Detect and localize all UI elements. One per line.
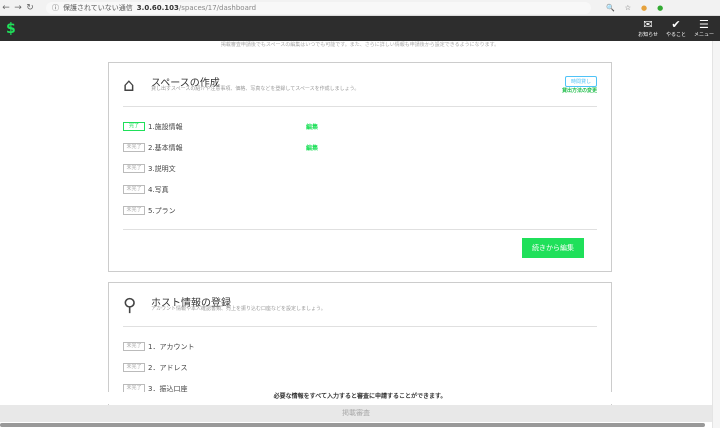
horizontal-scrollbar[interactable] xyxy=(0,423,705,427)
item-label: 1.施設情報 xyxy=(148,122,183,131)
item-label: 1．アカウント xyxy=(148,342,195,351)
submit-review-button[interactable]: 掲載審査 xyxy=(0,405,712,422)
status-badge: 未完了 xyxy=(123,363,145,372)
divider xyxy=(123,229,597,230)
user-icon: ⚲ xyxy=(123,295,137,316)
zoom-icon[interactable]: 🔍 xyxy=(606,4,615,12)
forward-icon[interactable]: → xyxy=(12,3,24,13)
todo-button[interactable]: ✔ やること xyxy=(665,18,686,39)
back-icon[interactable]: ← xyxy=(0,3,12,13)
todo-label: やること xyxy=(665,32,686,38)
status-badge: 未完了 xyxy=(123,164,145,173)
status-badge: 未完了 xyxy=(123,185,145,194)
logo[interactable]: $ xyxy=(6,21,16,37)
menu-label: メニュー xyxy=(693,32,714,38)
submit-requirement-message: 必要な情報をすべて入力すると審査に申請することができます。 xyxy=(0,392,720,404)
list-item[interactable]: 完了 1.施設情報 編集 xyxy=(123,116,597,137)
card-description: アカウント情報や本人確認書類、売上を振り込む口座などを設定しましょう。 xyxy=(151,306,326,312)
card-description: 貸し出すスペースの紹介や注意事項、価格、写真などを登録してスペースを作成しましょ… xyxy=(151,86,360,92)
star-icon[interactable]: ☆ xyxy=(625,4,631,12)
notice-text: 掲載審査申請後でもスペースの編集はいつでも可能です。また、さらに詳しい情報も申請… xyxy=(220,42,500,48)
profile-icon[interactable]: ● xyxy=(657,4,663,12)
menu-icon: ☰ xyxy=(699,18,709,31)
info-icon: ⓘ xyxy=(52,3,59,12)
address-bar[interactable]: ⓘ 保護されていない通信 3.0.60.103/spaces/17/dashbo… xyxy=(46,1,591,14)
rental-type-badge: 時間貸し xyxy=(564,76,597,87)
status-badge: 未完了 xyxy=(123,143,145,152)
list-item[interactable]: 未完了 3.説明文 xyxy=(123,158,597,179)
reload-icon[interactable]: ↻ xyxy=(24,3,36,13)
item-label: 2.基本情報 xyxy=(148,143,183,152)
status-badge: 未完了 xyxy=(123,206,145,215)
list-item[interactable]: 未完了 2．アドレス xyxy=(123,357,597,378)
item-label: 5.プラン xyxy=(148,206,176,215)
item-label: 4.写真 xyxy=(148,185,169,194)
status-badge: 完了 xyxy=(123,122,145,131)
app-header: $ ✉ お知らせ ✔ やること ☰ メニュー xyxy=(0,16,720,41)
list-item[interactable]: 未完了 5.プラン xyxy=(123,200,597,221)
url: 3.0.60.103/spaces/17/dashboard xyxy=(136,3,257,12)
check-icon: ✔ xyxy=(671,18,681,31)
list-item[interactable]: 未完了 1．アカウント xyxy=(123,336,597,357)
change-rental-method-link[interactable]: 貸出方法の変更 xyxy=(562,87,597,94)
house-icon: ⌂ xyxy=(123,75,135,96)
continue-editing-button[interactable]: 続きから編集 xyxy=(522,238,584,258)
notifications-label: お知らせ xyxy=(638,32,658,38)
list-item[interactable]: 未完了 4.写真 xyxy=(123,179,597,200)
list-item[interactable]: 未完了 2.基本情報 編集 xyxy=(123,137,597,158)
item-label: 2．アドレス xyxy=(148,363,188,372)
browser-toolbar: ← → ↻ ⓘ 保護されていない通信 3.0.60.103/spaces/17/… xyxy=(0,0,720,16)
item-label: 3.説明文 xyxy=(148,164,176,173)
notifications-button[interactable]: ✉ お知らせ xyxy=(638,18,658,39)
status-badge: 未完了 xyxy=(123,342,145,351)
edit-link[interactable]: 編集 xyxy=(306,122,318,131)
extension-icon[interactable]: ● xyxy=(641,4,647,12)
space-creation-card: ⌂ スペースの作成 貸し出すスペースの紹介や注意事項、価格、写真などを登録してス… xyxy=(108,62,612,272)
extensions: 🔍 ☆ ● ● xyxy=(606,4,663,12)
mail-icon: ✉ xyxy=(643,18,653,31)
vertical-scrollbar[interactable] xyxy=(712,41,720,428)
edit-link[interactable]: 編集 xyxy=(306,143,318,152)
menu-button[interactable]: ☰ メニュー xyxy=(693,18,714,39)
insecure-label: 保護されていない通信 xyxy=(63,3,133,12)
